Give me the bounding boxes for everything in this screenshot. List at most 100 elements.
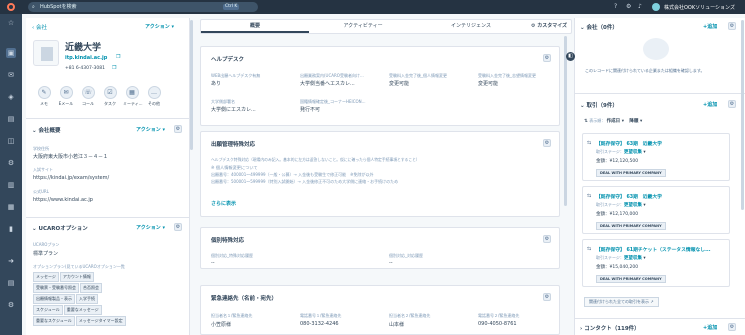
export-nav-icon[interactable]: ➜ bbox=[6, 256, 16, 266]
deal-stage[interactable]: 取引ステージ：更望収集 ▾ bbox=[596, 149, 646, 155]
note-button[interactable]: ✎ メモ bbox=[35, 86, 53, 107]
overview-actions[interactable]: アクション ▾ bbox=[136, 126, 165, 133]
call-button[interactable]: ☏ コール bbox=[79, 86, 97, 107]
field-label: 入試サイト bbox=[33, 167, 53, 172]
field-value[interactable]: 080-3132-4246 bbox=[300, 321, 339, 327]
field-value[interactable]: 発行不可 bbox=[300, 106, 320, 113]
deal-card[interactable]: ⇆ 【既存保守】 63期 近畿大学 取引ステージ：更望収集 ▾ 金額：¥12,1… bbox=[582, 186, 730, 234]
field-value[interactable]: 大学側にエスカレ... bbox=[211, 106, 256, 113]
deal-card[interactable]: ⇆ 【既存保守】 63期 近畿大学 取引ステージ：更望収集 ▾ 金額：¥12,1… bbox=[582, 133, 730, 181]
field-value[interactable]: 変更可能 bbox=[478, 80, 498, 87]
deal-stage[interactable]: 取引ステージ：更望収集 ▾ bbox=[596, 202, 646, 208]
sort-order-dropdown[interactable]: 降順 ▾ bbox=[629, 119, 642, 124]
more-button[interactable]: … その他 bbox=[145, 86, 163, 107]
global-search-input[interactable]: ⌕ HubSpotを検索 Ctrl K bbox=[28, 2, 258, 12]
back-to-companies[interactable]: ‹ 会社 bbox=[32, 23, 47, 31]
show-more-link[interactable]: さらに表示 bbox=[211, 200, 236, 207]
settings-nav-icon[interactable]: ⚙ bbox=[6, 300, 16, 310]
add-deal-button[interactable]: +追加 bbox=[703, 101, 717, 108]
tab-activity[interactable]: アクティビティー bbox=[309, 20, 417, 33]
overview-title: 会社概要 bbox=[38, 128, 61, 134]
field-value[interactable]: -- bbox=[211, 260, 215, 266]
deal-card[interactable]: ⇆ 【既存保守】 61期チケット（ステータス情報なし... 取引ステージ：更望収… bbox=[582, 239, 730, 287]
avatar[interactable] bbox=[652, 3, 660, 11]
helpdesk-card: ヘルプデスク ⚙ WEB出願ヘルプデスク有無 あり 出願業務案内(UCARO受験… bbox=[200, 46, 560, 126]
sidebar-toggle-icon[interactable]: ◧ bbox=[566, 52, 575, 61]
companies-settings-icon[interactable]: ⚙ bbox=[728, 22, 736, 30]
field-value[interactable]: 大阪府東大阪市小若江３－４－１ bbox=[33, 153, 108, 160]
field-value[interactable]: 標準プラン bbox=[33, 250, 58, 257]
shortcut-hint: Ctrl K bbox=[223, 4, 240, 10]
deal-name[interactable]: 【既存保守】 63期 近畿大学 bbox=[596, 193, 662, 200]
deal-stage-label: 取引ステージ： bbox=[596, 202, 624, 207]
sort-field-dropdown[interactable]: 作成日 ▾ bbox=[607, 119, 624, 124]
service-nav-icon[interactable]: ◫ bbox=[6, 136, 16, 146]
contacts-nav-icon[interactable]: ▣ bbox=[6, 48, 16, 58]
ucaro-section-toggle[interactable]: ⌄ UCAROオプション bbox=[32, 224, 88, 232]
right-scrollbar[interactable] bbox=[741, 20, 744, 210]
empty-state-illustration bbox=[643, 38, 669, 60]
tab-overview[interactable]: 概要 bbox=[201, 20, 309, 33]
overview-section-toggle[interactable]: ⌄ 会社概要 bbox=[32, 126, 61, 134]
copy-phone-icon[interactable]: ❐ bbox=[112, 65, 116, 71]
company-domain[interactable]: itp.kindai.ac.jp bbox=[65, 55, 107, 61]
field-label: オプションプラン(見ているUCAROオプション一覧 bbox=[33, 264, 125, 269]
field-value[interactable]: https://kindai.jp/exam/system/ bbox=[33, 175, 109, 181]
settings-icon[interactable]: ⚙ bbox=[626, 3, 631, 10]
deals-section-toggle[interactable]: ⌄ 取引（9件） bbox=[580, 101, 618, 109]
add-company-button[interactable]: +追加 bbox=[703, 23, 717, 30]
field-value[interactable]: 変更可能 bbox=[389, 80, 409, 87]
sales-nav-icon[interactable]: ▤ bbox=[6, 114, 16, 124]
notifications-icon[interactable]: ♪ bbox=[638, 3, 642, 10]
field-value[interactable]: あり bbox=[211, 80, 221, 87]
company-phone[interactable]: +81 6-4307-3081 bbox=[65, 66, 105, 71]
contacts-settings-icon[interactable]: ⚙ bbox=[728, 323, 736, 331]
tab-intelligence[interactable]: インテリジェンス bbox=[417, 20, 525, 33]
companies-empty-text: このレコードに関連付けられている企業または組織を確認します。 bbox=[585, 68, 705, 73]
customize-button[interactable]: ⚙ カスタマイズ bbox=[525, 20, 573, 33]
actions-dropdown[interactable]: アクション ▾ bbox=[145, 23, 174, 30]
call-label: コール bbox=[82, 101, 94, 106]
field-value[interactable]: 山本様 bbox=[389, 321, 404, 328]
add-contact-button[interactable]: +追加 bbox=[703, 324, 717, 331]
field-value[interactable]: 090-4050-8761 bbox=[478, 321, 517, 327]
company-name[interactable]: 近畿大学 bbox=[65, 40, 101, 53]
field-value[interactable]: 大学側当番へエスカレ... bbox=[300, 80, 355, 87]
ucaro-actions[interactable]: アクション ▾ bbox=[136, 224, 165, 231]
bookmark-icon[interactable]: ☆ bbox=[6, 18, 16, 28]
deal-name[interactable]: 【既存保守】 63期 近畿大学 bbox=[596, 140, 662, 147]
hubspot-logo-icon[interactable] bbox=[7, 3, 15, 11]
deals-settings-icon[interactable]: ⚙ bbox=[728, 100, 736, 108]
view-all-deals-link[interactable]: 関連付けられた全ての取引を表示 ↗ bbox=[584, 297, 659, 307]
marketing-nav-icon[interactable]: ◈ bbox=[6, 92, 16, 102]
automation-nav-icon[interactable]: ⚙ bbox=[6, 158, 16, 168]
overview-settings-icon[interactable]: ⚙ bbox=[174, 125, 182, 133]
copy-icon[interactable]: ❐ bbox=[116, 54, 120, 60]
companies-section-toggle[interactable]: ⌄ 会社（0件） bbox=[580, 23, 618, 31]
field-label: 電話番号１/緊急連絡先 bbox=[300, 313, 342, 318]
help-icon[interactable]: ? bbox=[614, 3, 617, 10]
task-button[interactable]: ☑ タスク bbox=[101, 86, 119, 107]
deal-stage[interactable]: 取引ステージ：更望収集 ▾ bbox=[596, 255, 646, 261]
grid-nav-icon[interactable]: ▤ bbox=[6, 278, 16, 288]
field-value[interactable]: https://www.kindai.ac.jp bbox=[33, 197, 93, 203]
conversations-nav-icon[interactable]: ✉ bbox=[6, 70, 16, 80]
exam-handling-settings-icon[interactable]: ⚙ bbox=[543, 139, 551, 147]
middle-scrollbar[interactable] bbox=[564, 36, 567, 206]
ucaro-settings-icon[interactable]: ⚙ bbox=[174, 223, 182, 231]
account-name[interactable]: 株式会社OOKソリューションズ bbox=[664, 4, 735, 11]
emergency-contact-settings-icon[interactable]: ⚙ bbox=[543, 293, 551, 301]
left-scrollbar[interactable] bbox=[190, 20, 193, 150]
contacts-section-toggle[interactable]: › コンタクト（119件） bbox=[580, 324, 640, 332]
meeting-button[interactable]: ▦ ミーティ... bbox=[123, 86, 143, 107]
deal-name[interactable]: 【既存保守】 61期チケット（ステータス情報なし... bbox=[596, 246, 711, 253]
data-nav-icon[interactable]: ▮ bbox=[6, 224, 16, 234]
field-value[interactable]: -- bbox=[389, 260, 393, 266]
helpdesk-settings-icon[interactable]: ⚙ bbox=[543, 54, 551, 62]
library-nav-icon[interactable]: ▦ bbox=[6, 202, 16, 212]
email-button[interactable]: ✉ Eメール bbox=[57, 86, 75, 107]
handling-note: ※ 個人情報変更について bbox=[211, 165, 258, 170]
field-value[interactable]: 小笠原様 bbox=[211, 321, 231, 328]
individual-handling-settings-icon[interactable]: ⚙ bbox=[543, 235, 551, 243]
reporting-nav-icon[interactable]: ▥ bbox=[6, 180, 16, 190]
